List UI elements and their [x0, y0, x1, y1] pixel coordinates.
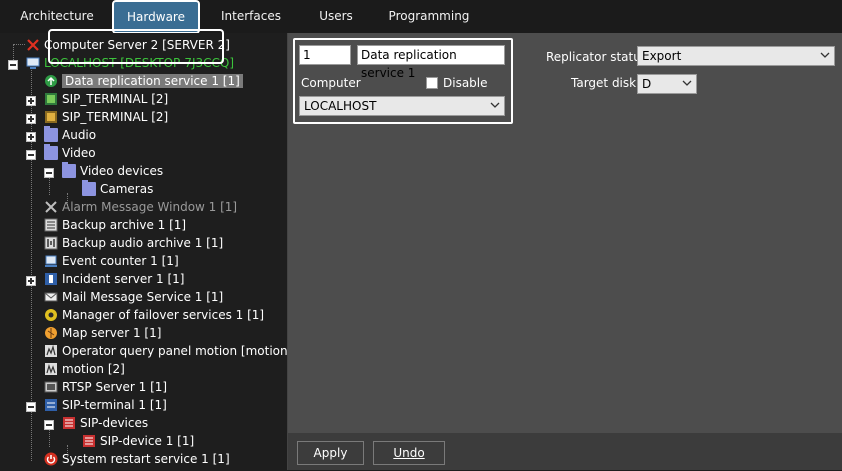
disabled-x-icon [44, 200, 58, 214]
object-name-input[interactable]: Data replication service 1 [357, 45, 505, 80]
mail-icon [44, 290, 58, 304]
replicator-status-select[interactable]: Export [637, 46, 835, 66]
replication-icon [44, 74, 58, 88]
collapse-toggle[interactable] [44, 420, 54, 430]
collapse-toggle[interactable] [26, 402, 36, 412]
motion-icon [44, 362, 58, 376]
collapse-toggle[interactable] [26, 150, 36, 160]
sip-device-icon [82, 434, 96, 448]
computer-select[interactable]: LOCALHOST [299, 96, 505, 116]
tree-item-data-replication[interactable]: Data replication service 1 [1] [44, 72, 243, 90]
tab-interfaces[interactable]: Interfaces [214, 0, 288, 32]
target-disk-label: Target disk: [571, 76, 641, 90]
target-disk-select[interactable]: D [637, 74, 697, 94]
tree-item-audio[interactable]: Audio [44, 126, 96, 144]
tree-item-alarm-window[interactable]: Alarm Message Window 1 [1] [44, 198, 237, 216]
rtsp-icon [44, 380, 58, 394]
archive-icon [44, 218, 58, 232]
chevron-down-icon [682, 80, 692, 86]
folder-icon [44, 144, 58, 160]
expand-toggle[interactable] [26, 132, 36, 142]
power-icon [44, 452, 58, 466]
tree-item-operator-query[interactable]: Operator query panel motion [motion] [44, 342, 292, 360]
tree-item-sip-devices[interactable]: SIP-devices [62, 414, 148, 432]
tree-item-sip-device-1[interactable]: SIP-device 1 [1] [82, 432, 194, 450]
tree-item-cameras[interactable]: Cameras [82, 180, 153, 198]
audio-archive-icon [44, 236, 58, 250]
folder-icon [82, 180, 96, 196]
tree-item-event-counter[interactable]: Event counter 1 [1] [44, 252, 179, 270]
computer-label: Computer [301, 76, 361, 90]
query-panel-icon [44, 344, 58, 358]
undo-button[interactable]: Undo [373, 441, 445, 465]
tree-item-sip-terminal-b[interactable]: SIP_TERMINAL [2] [44, 108, 168, 126]
sip-terminal-icon [44, 92, 58, 106]
counter-icon [44, 254, 58, 268]
tree-item-rtsp[interactable]: RTSP Server 1 [1] [44, 378, 167, 396]
button-bar [288, 433, 842, 470]
tree-item-sip-terminal-1[interactable]: SIP-terminal 1 [1] [44, 396, 167, 414]
incident-icon [44, 272, 58, 286]
collapse-toggle[interactable] [8, 60, 18, 70]
folder-icon [44, 126, 58, 142]
expand-toggle[interactable] [26, 114, 36, 124]
tree-item-incident-server[interactable]: Incident server 1 [1] [44, 270, 184, 288]
apply-button[interactable]: Apply [297, 441, 364, 465]
disable-label: Disable [443, 76, 488, 90]
error-x-icon [26, 38, 40, 52]
map-icon [44, 326, 58, 340]
sip-icon [44, 398, 58, 412]
tree-item-backup-audio[interactable]: Backup audio archive 1 [1] [44, 234, 223, 252]
failover-icon [44, 308, 58, 322]
tab-programming[interactable]: Programming [384, 0, 474, 32]
expand-toggle[interactable] [26, 96, 36, 106]
folder-icon [62, 162, 76, 178]
selection-highlight [48, 29, 224, 64]
replicator-status-label: Replicator status: [546, 50, 652, 64]
tab-architecture[interactable]: Architecture [14, 0, 100, 32]
tree-item-video[interactable]: Video [44, 144, 96, 162]
object-id-input[interactable]: 1 [299, 45, 351, 65]
sip-devices-icon [62, 416, 76, 430]
tree-item-failover[interactable]: Manager of failover services 1 [1] [44, 306, 264, 324]
chevron-down-icon [490, 102, 500, 108]
chevron-down-icon [820, 52, 830, 58]
computer-icon [26, 56, 40, 70]
sip-terminal-icon [44, 110, 58, 124]
tree-item-sip-terminal-a[interactable]: SIP_TERMINAL [2] [44, 90, 168, 108]
tree-item-mail-service[interactable]: Mail Message Service 1 [1] [44, 288, 223, 306]
tree-item-motion[interactable]: motion [2] [44, 360, 125, 378]
tree-item-map-server[interactable]: Map server 1 [1] [44, 324, 161, 342]
collapse-toggle[interactable] [44, 168, 54, 178]
tree-item-backup-archive[interactable]: Backup archive 1 [1] [44, 216, 186, 234]
expand-toggle[interactable] [26, 276, 36, 286]
tab-users[interactable]: Users [306, 0, 366, 32]
tree-item-video-devices[interactable]: Video devices [62, 162, 163, 180]
disable-checkbox[interactable] [426, 77, 438, 89]
tree-item-system-restart[interactable]: System restart service 1 [1] [44, 450, 230, 468]
